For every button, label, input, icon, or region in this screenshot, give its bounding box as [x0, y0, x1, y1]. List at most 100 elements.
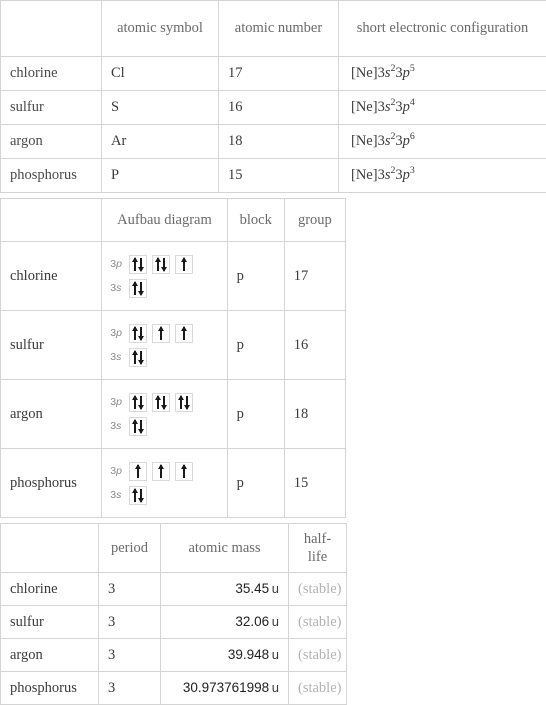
spin-down-arrow-icon — [138, 326, 144, 341]
half-life-cell: (stable) — [289, 639, 347, 672]
orbital-box — [175, 324, 193, 343]
element-properties-page: atomic symbol atomic number short electr… — [0, 0, 546, 705]
atomic-mass-unit: u — [269, 581, 279, 596]
table-row: argonAr18[Ne]3s23p6 — [1, 125, 546, 159]
orbital-box — [129, 348, 147, 367]
element-name-cell: phosphorus — [1, 449, 102, 518]
column-header-atomic-mass: atomic mass — [161, 524, 289, 573]
block-cell: p — [227, 449, 284, 518]
electronic-configuration-cell: [Ne]3s23p6 — [339, 125, 546, 159]
subshell-label-3p: 3p — [110, 327, 124, 339]
column-header-blank — [1, 1, 102, 57]
atomic-number-cell: 18 — [219, 125, 339, 159]
atomic-mass-value: 35.45 — [235, 581, 269, 596]
subshell-row-3s: 3s — [110, 486, 218, 505]
element-name-cell: phosphorus — [1, 672, 99, 705]
spin-down-arrow-icon — [184, 395, 190, 410]
table-row: chlorineCl17[Ne]3s23p5 — [1, 57, 546, 91]
orbital-box — [129, 462, 147, 481]
subshell-label-3p: 3p — [110, 396, 124, 408]
table-row: chlorine3p3sp17 — [1, 242, 346, 311]
orbital-box — [129, 324, 147, 343]
element-name-cell: argon — [1, 639, 99, 672]
atomic-number-cell: 17 — [219, 57, 339, 91]
atomic-mass-unit: u — [269, 647, 279, 662]
group-cell: 17 — [284, 242, 345, 311]
orbital-box — [129, 393, 147, 412]
subshell-row-3s: 3s — [110, 417, 218, 436]
table-row: chlorine335.45 u(stable) — [1, 573, 347, 606]
orbital-box — [175, 462, 193, 481]
table-row: phosphorus330.973761998 u(stable) — [1, 672, 347, 705]
element-name-cell: sulfur — [1, 606, 99, 639]
aufbau-diagram: 3p 3s — [110, 318, 218, 373]
atomic-mass-unit: u — [269, 614, 279, 629]
subshell-row-3p: 3p — [110, 462, 218, 481]
spin-up-arrow-icon — [135, 464, 141, 479]
electronic-configuration-cell: [Ne]3s23p5 — [339, 57, 546, 91]
atomic-symbol-cell: Ar — [102, 125, 219, 159]
table-row: sulfur 3p 3s p16 — [1, 311, 346, 380]
period-cell: 3 — [99, 672, 161, 705]
orbital-box — [152, 393, 170, 412]
spin-down-arrow-icon — [161, 257, 167, 272]
atomic-mass-cell: 39.948 u — [161, 639, 289, 672]
half-life-cell: (stable) — [289, 606, 347, 639]
element-name-cell: chlorine — [1, 57, 102, 91]
spin-down-arrow-icon — [138, 257, 144, 272]
group-cell: 15 — [284, 449, 345, 518]
aufbau-table: Aufbau diagram block group chlorine3p3sp… — [0, 198, 346, 518]
subshell-label-3s: 3s — [110, 282, 124, 294]
aufbau-diagram: 3p 3s — [110, 456, 218, 511]
atomic-symbol-cell: S — [102, 91, 219, 125]
spin-down-arrow-icon — [138, 488, 144, 503]
table-row: argon3p3sp18 — [1, 380, 346, 449]
column-header-blank — [1, 524, 99, 573]
atomic-number-cell: 15 — [219, 159, 339, 193]
element-name-cell: sulfur — [1, 311, 102, 380]
orbital-box — [129, 279, 147, 298]
aufbau-diagram: 3p3s — [110, 249, 218, 304]
table-row: sulfur3 32.06 u (stable) — [1, 606, 347, 639]
block-cell: p — [227, 380, 284, 449]
table-row: phosphorusP15[Ne]3s23p3 — [1, 159, 546, 193]
table-row: sulfurS16[Ne]3s23p4 — [1, 91, 546, 125]
spin-down-arrow-icon — [138, 419, 144, 434]
basic-properties-table: atomic symbol atomic number short electr… — [0, 0, 546, 193]
subshell-row-3p: 3p — [110, 393, 218, 412]
subshell-row-3s: 3s — [110, 279, 218, 298]
element-name-cell: argon — [1, 125, 102, 159]
orbital-box — [152, 324, 170, 343]
element-name-cell: sulfur — [1, 91, 102, 125]
orbital-box — [129, 417, 147, 436]
aufbau-diagram-cell: 3p 3s — [102, 380, 227, 449]
group-cell: 16 — [284, 311, 345, 380]
period-cell: 3 — [99, 639, 161, 672]
subshell-label-3s: 3s — [110, 489, 124, 501]
atomic-mass-unit: u — [269, 680, 279, 695]
element-name-cell: phosphorus — [1, 159, 102, 193]
orbital-box — [129, 486, 147, 505]
atomic-mass-value: 30.973761998 — [183, 680, 269, 695]
orbital-box — [175, 393, 193, 412]
atomic-mass-value: 32.06 — [235, 614, 269, 629]
atomic-symbol-cell: P — [102, 159, 219, 193]
atomic-mass-cell: 30.973761998 u — [161, 672, 289, 705]
table-header-row: Aufbau diagram block group — [1, 199, 346, 242]
aufbau-diagram: 3p 3s — [110, 387, 218, 442]
period-cell: 3 — [99, 606, 161, 639]
atomic-number-cell: 16 — [219, 91, 339, 125]
spin-up-arrow-icon — [158, 326, 164, 341]
element-name-cell: chlorine — [1, 573, 99, 606]
electronic-configuration-cell: [Ne]3s23p3 — [339, 159, 546, 193]
orbital-box — [152, 255, 170, 274]
group-cell: 18 — [284, 380, 345, 449]
spin-down-arrow-icon — [138, 350, 144, 365]
spin-down-arrow-icon — [138, 281, 144, 296]
aufbau-diagram-cell: 3p 3s — [102, 449, 227, 518]
atomic-mass-cell: 35.45 u — [161, 573, 289, 606]
electronic-configuration-cell: [Ne]3s23p4 — [339, 91, 546, 125]
subshell-label-3s: 3s — [110, 351, 124, 363]
half-life-cell: (stable) — [289, 573, 347, 606]
block-cell: p — [227, 311, 284, 380]
